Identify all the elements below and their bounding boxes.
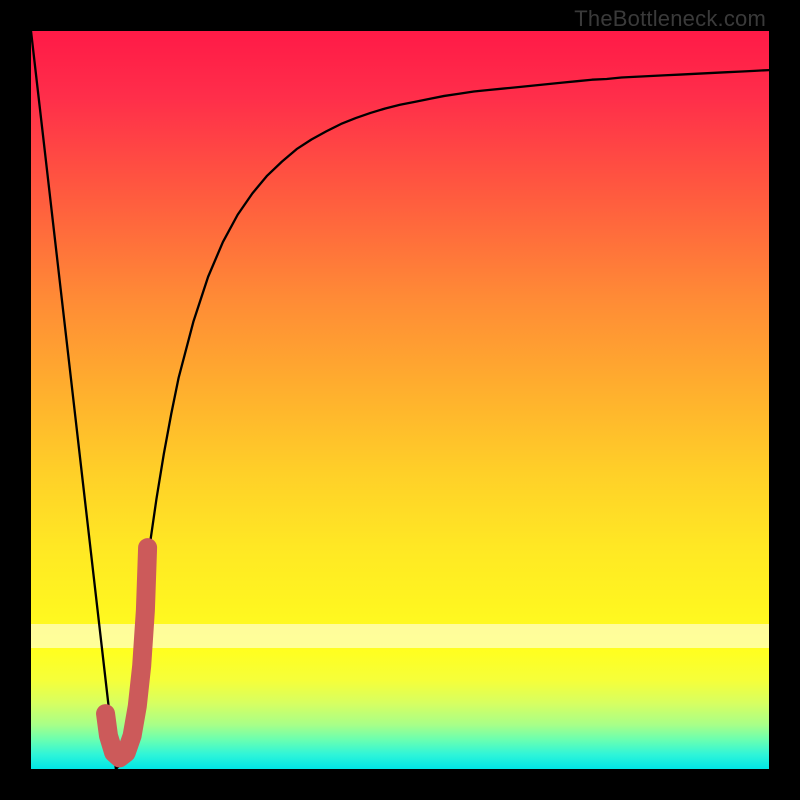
j-mark-icon [31, 31, 769, 769]
chart-frame: TheBottleneck.com [0, 0, 800, 800]
plot-area [31, 31, 769, 769]
watermark-text: TheBottleneck.com [574, 6, 766, 32]
